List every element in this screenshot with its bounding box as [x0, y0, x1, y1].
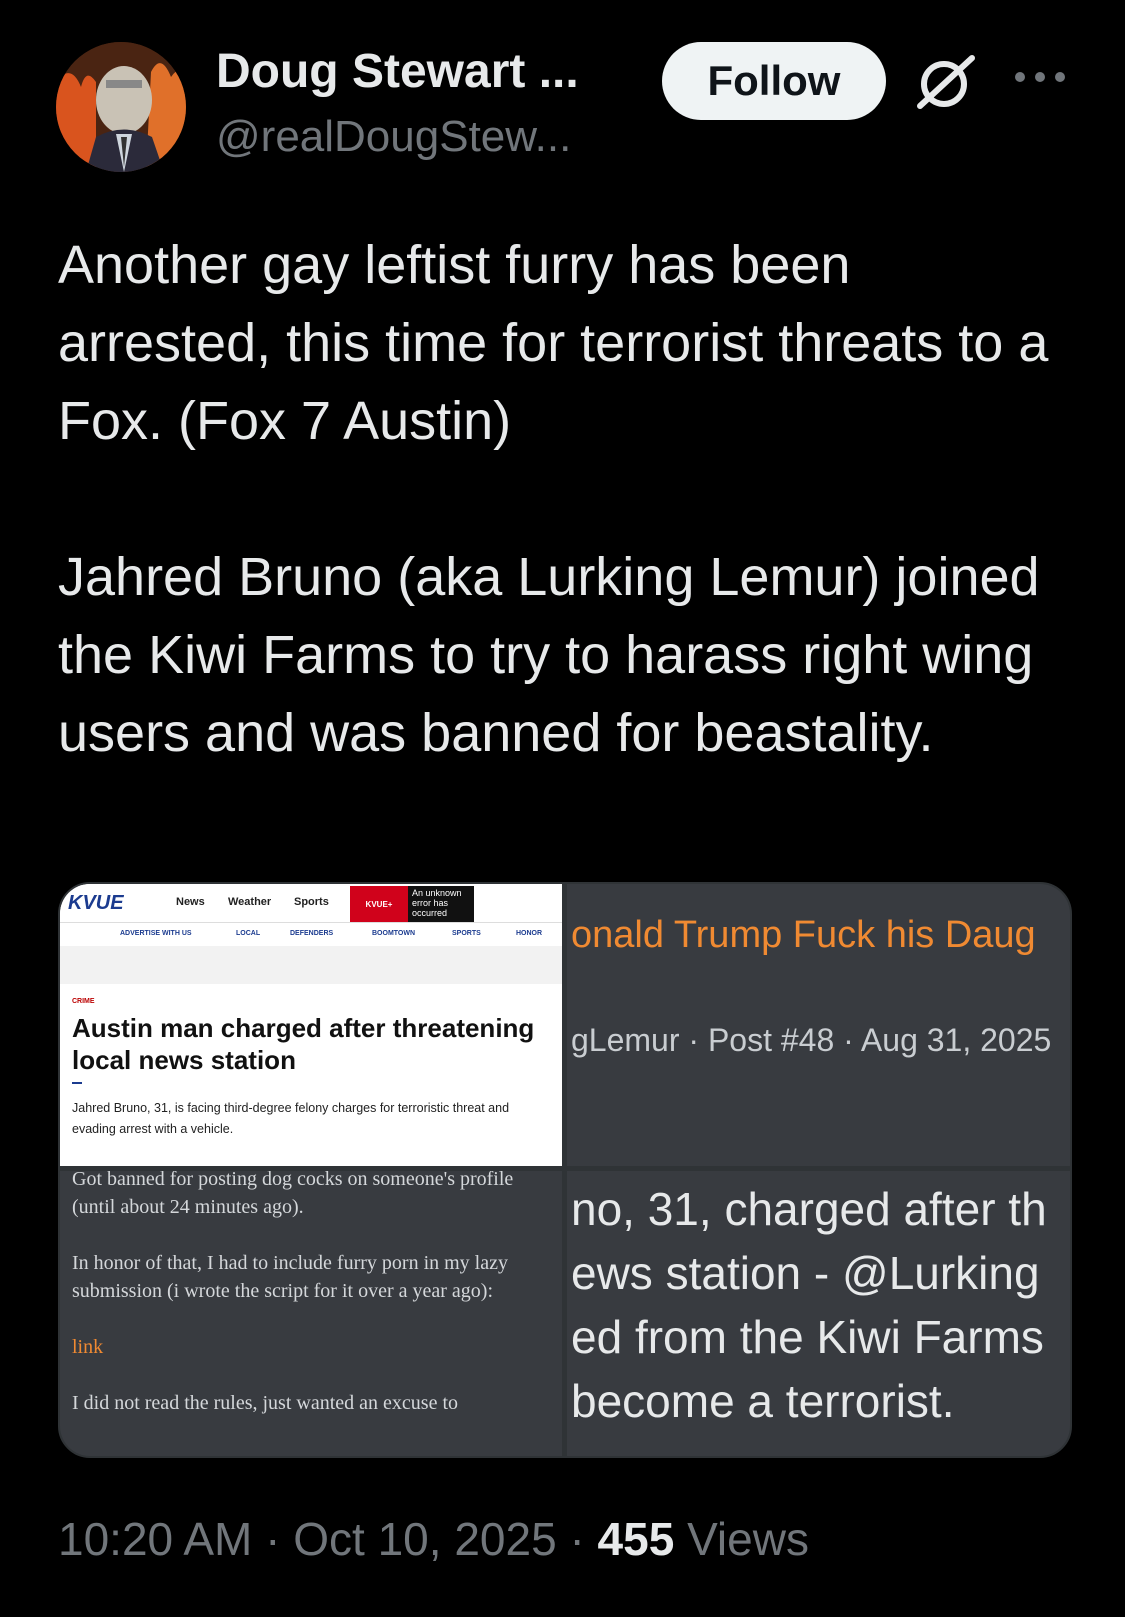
article-category: CRIME — [72, 998, 95, 1005]
more-options-icon[interactable] — [1010, 62, 1070, 92]
news-subnav: ADVERTISE WITH US LOCAL DEFENDERS BOOMTO… — [60, 922, 562, 947]
article-description: Jahred Bruno, 31, is facing third-degree… — [72, 1101, 510, 1136]
tweet-date[interactable]: Oct 10, 2025 — [293, 1513, 556, 1565]
views-count: 455 — [597, 1513, 675, 1565]
news-nav-item: News — [176, 896, 205, 908]
follow-button[interactable]: Follow — [662, 42, 886, 120]
author-avatar[interactable] — [56, 42, 186, 172]
post-paragraph: In honor of that, I had to include furry… — [72, 1252, 508, 1302]
thread-title: onald Trump Fuck his Daug — [571, 914, 1036, 956]
subnav-item: BOOMTOWN — [372, 930, 416, 937]
news-band — [60, 946, 562, 984]
news-header: KVUE News Weather Sports KVUE+ An unknow… — [60, 884, 562, 923]
thread-title-large: no, 31, charged after th ews station - @… — [571, 1183, 1047, 1427]
subnav-item: LOCAL — [236, 930, 261, 937]
media-image-forum-post[interactable]: Got banned for posting dog cocks on some… — [60, 1171, 562, 1456]
post-link: link — [72, 1336, 104, 1358]
grok-icon[interactable] — [914, 54, 978, 110]
media-grid[interactable]: KVUE News Weather Sports KVUE+ An unknow… — [58, 882, 1072, 1458]
media-image-news-article[interactable]: KVUE News Weather Sports KVUE+ An unknow… — [60, 884, 562, 1166]
tweet-meta: 10:20 AM · Oct 10, 2025 · 455 Views — [58, 1512, 809, 1566]
author-display-name[interactable]: Doug Stewart ... — [216, 44, 579, 99]
kvue-logo: KVUE — [68, 892, 124, 914]
avatar-illustration — [56, 42, 186, 172]
tweet-time[interactable]: 10:20 AM — [58, 1513, 252, 1565]
article-headline: Austin man charged after threatening loc… — [72, 1013, 535, 1075]
subnav-item: ADVERTISE WITH US — [120, 930, 192, 937]
media-image-thread-title[interactable]: no, 31, charged after th ews station - @… — [567, 1171, 1070, 1456]
separator-dot: · — [569, 1513, 598, 1565]
separator-dot: · — [265, 1513, 294, 1565]
author-handle[interactable]: @realDougStew... — [216, 112, 571, 162]
tweet-text: Another gay leftist furry has been arres… — [58, 235, 1049, 763]
kvue-plus-badge: KVUE+ — [350, 886, 408, 922]
subnav-item: HONOR — [516, 930, 543, 937]
news-nav-item: Weather — [228, 896, 272, 908]
forum-post-body: Got banned for posting dog cocks on some… — [72, 1171, 552, 1445]
post-paragraph: I did not read the rules, just wanted an… — [72, 1392, 458, 1414]
views-label: Views — [687, 1513, 809, 1565]
post-meta: gLemur · Post #48 · Aug 31, 2025 — [571, 1022, 1052, 1058]
headline-divider — [72, 1082, 82, 1084]
post-paragraph: Got banned for posting dog cocks on some… — [72, 1171, 514, 1218]
news-nav-item: Sports — [294, 896, 329, 908]
media-image-forum-thread[interactable]: onald Trump Fuck his Daug gLemur · Post … — [567, 884, 1070, 1166]
subnav-item: SPORTS — [452, 930, 481, 937]
subnav-item: DEFENDERS — [290, 930, 334, 937]
error-notice: An unknown error has occurred — [408, 886, 474, 922]
